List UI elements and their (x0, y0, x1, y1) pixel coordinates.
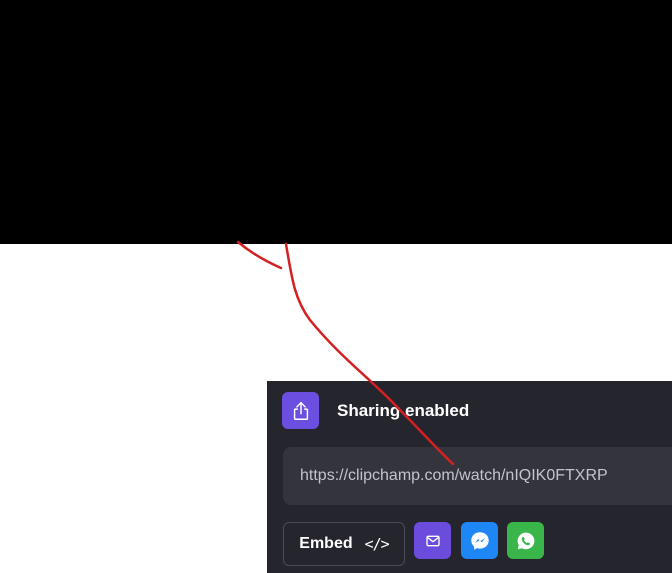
share-panel: Sharing enabled https://clipchamp.com/wa… (267, 381, 672, 573)
code-icon: </> (364, 535, 390, 553)
video-preview (0, 0, 672, 244)
panel-title: Sharing enabled (337, 401, 470, 420)
messenger-icon (470, 531, 489, 550)
email-share-button[interactable] (414, 522, 451, 559)
share-icon (282, 392, 319, 429)
whatsapp-icon (517, 532, 534, 549)
email-icon (425, 535, 440, 546)
embed-button-label: Embed (299, 535, 353, 552)
messenger-share-button[interactable] (461, 522, 498, 559)
embed-button[interactable]: Embed </> (283, 522, 405, 566)
share-link-field[interactable]: https://clipchamp.com/watch/nIQIK0FTXRP (283, 447, 672, 505)
share-link-text: https://clipchamp.com/watch/nIQIK0FTXRP (300, 467, 608, 484)
whatsapp-share-button[interactable] (507, 522, 544, 559)
